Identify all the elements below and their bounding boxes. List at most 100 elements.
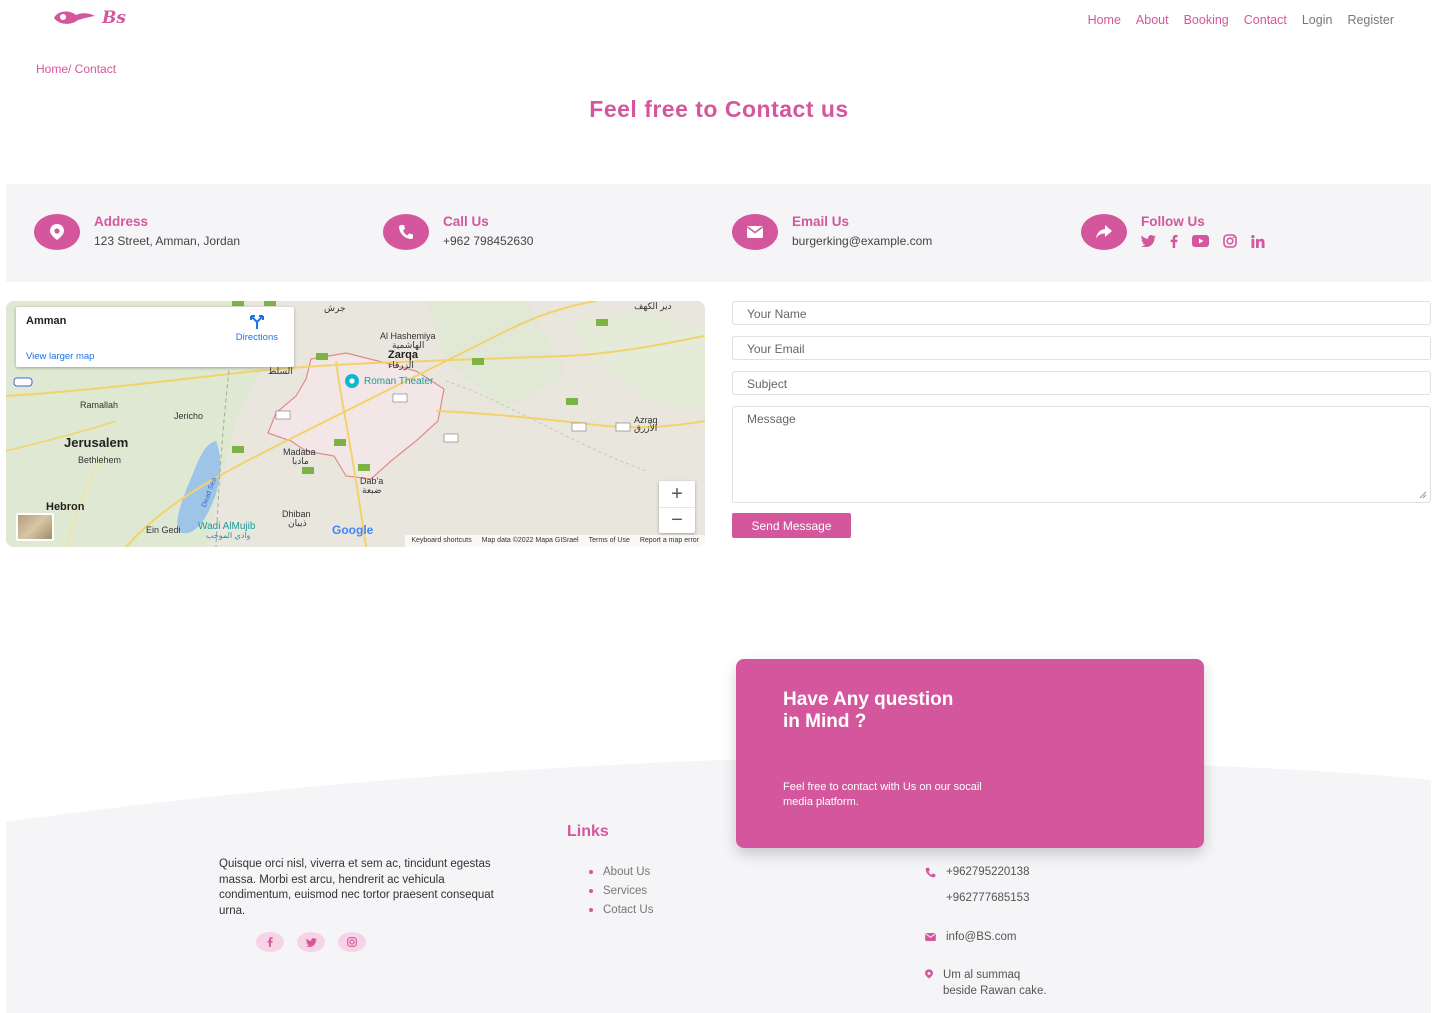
nav-login[interactable]: Login bbox=[1302, 13, 1333, 27]
map-directions-label: Directions bbox=[235, 332, 278, 343]
resize-grip-icon[interactable] bbox=[1419, 491, 1427, 499]
brand-logo[interactable]: Bs bbox=[52, 8, 126, 28]
email-input[interactable]: Your Email bbox=[732, 336, 1431, 360]
footer-facebook-icon[interactable] bbox=[256, 932, 284, 952]
map-label-jericho: Jericho bbox=[174, 411, 204, 421]
footer-address: Um al summaq beside Rawan cake. bbox=[925, 968, 1047, 999]
nav-register[interactable]: Register bbox=[1347, 13, 1394, 27]
map-label-daba-ar: ضبعة bbox=[362, 485, 382, 495]
map-place-card: Amman Directions View larger map bbox=[16, 307, 294, 367]
map-label-bethlehem: Bethlehem bbox=[78, 455, 122, 465]
nav-booking[interactable]: Booking bbox=[1184, 13, 1229, 27]
nav-about[interactable]: About bbox=[1136, 13, 1169, 27]
map-pin-icon bbox=[34, 214, 80, 250]
bullet-icon bbox=[589, 908, 593, 912]
map-label-salt: السلط bbox=[268, 366, 293, 376]
youtube-icon[interactable] bbox=[1192, 235, 1209, 247]
map-label-al-hashemiya-ar: الهاشمية bbox=[392, 340, 425, 350]
subject-input[interactable]: Subject bbox=[732, 371, 1431, 395]
map-label-wadi-almujib-ar: وادي الموجب bbox=[206, 531, 251, 540]
map-view-larger-link[interactable]: View larger map bbox=[26, 351, 94, 362]
info-email: Email Us burgerking@example.com bbox=[732, 214, 932, 250]
send-message-button[interactable]: Send Message bbox=[732, 513, 851, 538]
map-pin-icon bbox=[925, 969, 933, 982]
map-label-jerash: جرش bbox=[324, 303, 346, 313]
footer-phone-2-text: +962777685153 bbox=[946, 892, 1030, 904]
nav-contact[interactable]: Contact bbox=[1244, 13, 1287, 27]
map-zoom-out-button[interactable]: − bbox=[659, 507, 695, 533]
info-email-text[interactable]: burgerking@example.com bbox=[792, 234, 932, 248]
share-icon bbox=[1081, 214, 1127, 250]
map-keyboard-shortcuts[interactable]: Keyboard shortcuts bbox=[411, 537, 471, 545]
map-label-jerusalem: Jerusalem bbox=[64, 435, 129, 450]
map-terms-link[interactable]: Terms of Use bbox=[589, 537, 630, 545]
footer-twitter-icon[interactable] bbox=[297, 932, 325, 952]
message-placeholder: Message bbox=[747, 412, 796, 426]
facebook-icon[interactable] bbox=[1170, 234, 1178, 248]
name-input[interactable]: Your Name bbox=[732, 301, 1431, 325]
map-label-hebron: Hebron bbox=[46, 501, 85, 513]
footer-link-services[interactable]: Services bbox=[589, 885, 647, 897]
message-textarea[interactable]: Message bbox=[732, 406, 1431, 503]
footer-links-title: Links bbox=[567, 823, 609, 840]
envelope-icon bbox=[732, 214, 778, 250]
footer-link-about[interactable]: About Us bbox=[589, 866, 650, 878]
phone-icon bbox=[383, 214, 429, 250]
bullet-icon bbox=[589, 889, 593, 893]
bullet-icon bbox=[589, 870, 593, 874]
map-label-dhiban-ar: ذيبان bbox=[288, 518, 307, 528]
linkedin-icon[interactable] bbox=[1251, 234, 1265, 248]
map-zoom-control: + − bbox=[659, 481, 695, 533]
footer-address-text: Um al summaq beside Rawan cake. bbox=[943, 968, 1047, 999]
footer-phone-2[interactable]: +962777685153 bbox=[946, 892, 1029, 904]
question-card: Have Any question in Mind ? Feel free to… bbox=[736, 659, 1204, 848]
footer-wave bbox=[6, 756, 1431, 840]
footer-email-text: info@BS.com bbox=[946, 931, 1017, 943]
nav-home[interactable]: Home bbox=[1088, 13, 1121, 27]
phone-icon bbox=[925, 867, 936, 881]
footer-phone-1-text: +962795220138 bbox=[946, 866, 1030, 878]
info-address-title: Address bbox=[94, 214, 149, 229]
info-email-title: Email Us bbox=[792, 214, 850, 229]
info-call-text[interactable]: +962 798452630 bbox=[443, 234, 533, 248]
breadcrumb[interactable]: Home/ Contact bbox=[36, 62, 116, 76]
brand-logo-text: Bs bbox=[102, 8, 126, 28]
info-address-text: 123 Street, Amman, Jordan bbox=[94, 234, 241, 248]
map-label-ein-gedi: Ein Gedi bbox=[146, 525, 181, 535]
map-directions-link[interactable]: Directions bbox=[236, 315, 278, 343]
footer-email[interactable]: info@BS.com bbox=[925, 931, 1016, 944]
nav-links: Home About Booking Contact Login Registe… bbox=[1088, 13, 1394, 27]
map-satellite-toggle[interactable] bbox=[16, 513, 54, 541]
navbar: Bs Home About Booking Contact Login Regi… bbox=[0, 0, 1438, 40]
contact-info-bar: Address 123 Street, Amman, Jordan Call U… bbox=[6, 184, 1431, 282]
footer-link-contact-label: Cotact Us bbox=[603, 904, 654, 916]
instagram-icon[interactable] bbox=[1223, 234, 1237, 248]
map-label-roman-theater[interactable]: Roman Theater bbox=[364, 376, 433, 387]
map-footer: Keyboard shortcuts Map data ©2022 Mapa G… bbox=[405, 535, 705, 547]
footer-instagram-icon[interactable] bbox=[338, 932, 366, 952]
footer-link-about-label: About Us bbox=[603, 866, 651, 878]
footer-phone-1[interactable]: +962795220138 bbox=[925, 866, 1029, 881]
map-label-ramallah: Ramallah bbox=[80, 400, 119, 410]
social-links bbox=[1141, 234, 1265, 248]
question-card-text: Feel free to contact with Us on our soca… bbox=[783, 781, 982, 808]
map-place-name: Amman bbox=[26, 315, 67, 327]
map-report-error-link[interactable]: Report a map error bbox=[640, 537, 699, 545]
map-label-deir-kahf: دير الكهف bbox=[634, 301, 672, 311]
google-map[interactable]: Amman Directions View larger map Jerusal… bbox=[6, 301, 705, 547]
footer-address-line-2: beside Rawan cake. bbox=[943, 984, 1047, 997]
info-address: Address 123 Street, Amman, Jordan bbox=[34, 214, 240, 250]
page-title: Feel free to Contact us bbox=[589, 96, 849, 122]
info-follow-title: Follow Us bbox=[1141, 214, 1205, 229]
info-call: Call Us +962 798452630 bbox=[383, 214, 533, 250]
map-zoom-in-button[interactable]: + bbox=[659, 481, 695, 507]
map-label-madaba-ar: مادبا bbox=[292, 456, 309, 466]
twitter-icon[interactable] bbox=[1141, 235, 1156, 247]
envelope-icon bbox=[925, 932, 936, 944]
footer-link-contact[interactable]: Cotact Us bbox=[589, 904, 654, 916]
directions-icon bbox=[249, 315, 264, 329]
map-label-azraq-ar: الأزرق bbox=[634, 423, 658, 433]
footer-link-services-label: Services bbox=[603, 885, 648, 897]
info-follow: Follow Us bbox=[1081, 214, 1265, 250]
info-call-title: Call Us bbox=[443, 214, 489, 229]
